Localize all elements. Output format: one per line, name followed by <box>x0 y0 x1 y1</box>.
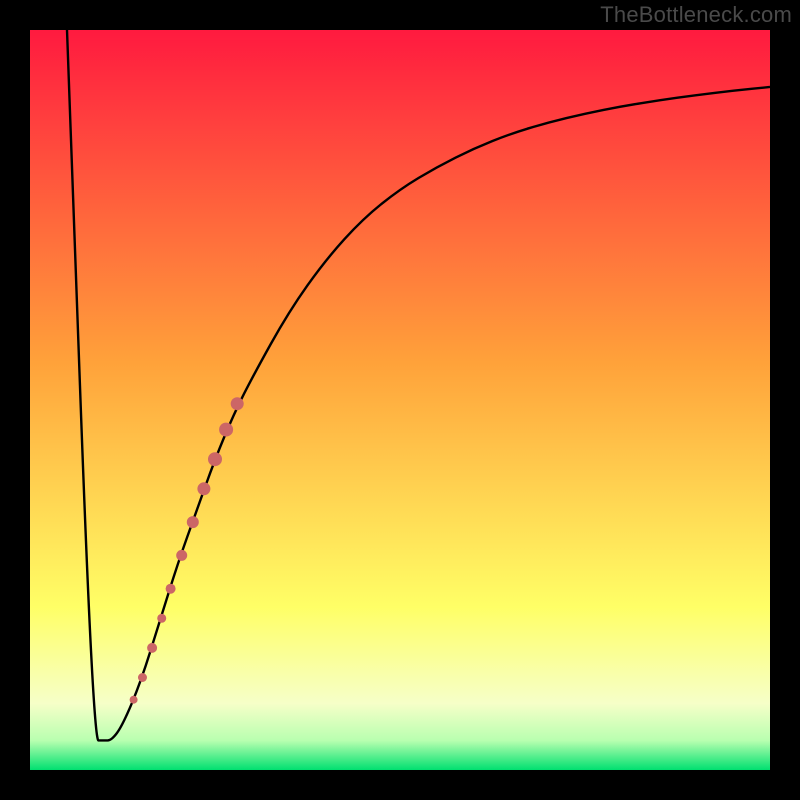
curve-marker <box>157 614 166 623</box>
chart-svg <box>0 0 800 800</box>
curve-marker <box>197 482 210 495</box>
curve-marker <box>208 452 222 466</box>
curve-marker <box>219 423 233 437</box>
curve-marker <box>176 550 187 561</box>
curve-marker <box>147 643 157 653</box>
curve-marker <box>231 397 244 410</box>
curve-marker <box>130 696 138 704</box>
bottleneck-chart: TheBottleneck.com <box>0 0 800 800</box>
curve-marker <box>166 584 176 594</box>
plot-area <box>30 30 770 770</box>
curve-marker <box>187 516 199 528</box>
curve-marker <box>138 673 147 682</box>
watermark-text: TheBottleneck.com <box>600 2 792 28</box>
